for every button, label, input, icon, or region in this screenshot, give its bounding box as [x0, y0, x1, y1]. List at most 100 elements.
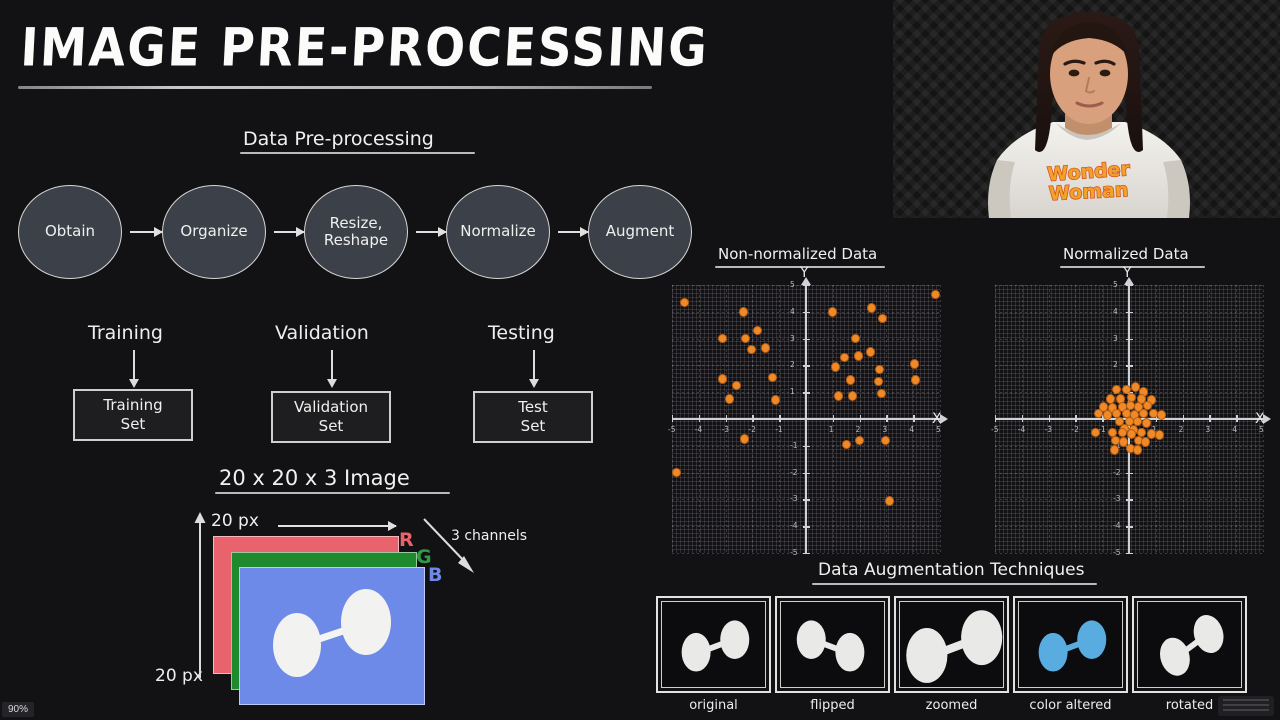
- chart-data-point: [1093, 408, 1103, 419]
- chart-data-point: [1141, 418, 1151, 428]
- chart-y-ticklabel: 3: [1113, 333, 1118, 343]
- chart-data-point: [1117, 427, 1127, 438]
- pipeline-node-augment[interactable]: Augment: [588, 185, 692, 279]
- augmentation-caption: original: [689, 698, 738, 713]
- chart-data-point: [1140, 436, 1150, 447]
- pipeline-node-label-line1: Resize,: [329, 213, 383, 232]
- chart-x-tick: [725, 415, 727, 422]
- chart-y-tick: [803, 553, 810, 555]
- chart-x-tick: [886, 415, 888, 422]
- chart-y-ticklabel: -1: [790, 440, 798, 450]
- chart-y-tick: [1126, 472, 1133, 474]
- augmentation-card-color-altered[interactable]: color altered: [1013, 596, 1128, 713]
- page-title-underline: [18, 86, 652, 89]
- pipeline-node-label: Obtain: [44, 222, 96, 241]
- chart-y-ticklabel: -3: [1113, 494, 1121, 504]
- chart-data-point: [876, 388, 886, 399]
- chart-0-ylabel: Y: [800, 265, 809, 281]
- pipeline-node-normalize[interactable]: Normalize: [446, 185, 550, 279]
- chart-x-ticklabel: 4: [909, 425, 914, 434]
- chart-y-tick: [1126, 499, 1133, 501]
- chart-data-point: [671, 467, 681, 478]
- chart-x-tick: [1182, 415, 1184, 422]
- chart-data-point: [853, 351, 863, 361]
- chart-y-ticklabel: 4: [790, 306, 795, 316]
- pipeline-heading: Data Pre-processing: [243, 128, 434, 150]
- chart-x-tick: [1075, 415, 1077, 422]
- chart-data-point: [770, 395, 780, 406]
- test-set-line2: Set: [520, 417, 546, 435]
- chart-data-point: [731, 380, 741, 391]
- chart-x-tick: [779, 415, 781, 422]
- test-set-box[interactable]: Test Set: [473, 391, 593, 443]
- split-arrow-validation: [327, 350, 337, 388]
- channel-letter-r: R: [399, 529, 414, 551]
- zoom-level-badge[interactable]: 90%: [2, 702, 35, 717]
- chart-y-tick: [803, 311, 810, 314]
- augmentation-card-rotated[interactable]: rotated: [1132, 596, 1247, 713]
- svg-text:Woman: Woman: [1048, 179, 1129, 205]
- chart-x-ticklabel: -4: [694, 425, 703, 434]
- chart-0-title: Non-normalized Data: [718, 245, 878, 263]
- chart-y-tick: [803, 499, 810, 501]
- validation-set-box[interactable]: Validation Set: [271, 391, 391, 443]
- chart-y-ticklabel: 1: [790, 387, 795, 397]
- validation-set-line1: Validation: [293, 398, 369, 417]
- augmentation-card-original[interactable]: original: [656, 596, 771, 713]
- chart-data-point: [833, 391, 843, 401]
- chart-x-ticklabel: -1: [775, 425, 783, 434]
- pipeline-node-obtain[interactable]: Obtain: [18, 185, 122, 279]
- augmentation-card-flipped[interactable]: flipped: [775, 596, 890, 713]
- chart-nonnormalized: -5 -4 -3 -2 -1 1 2 3 4 5 -5 -4 -3 -2 -1 1 2 3 4 5: [668, 277, 948, 557]
- corner-watermark: [1218, 696, 1274, 716]
- augmentation-frame-inner: [1018, 601, 1123, 688]
- chart-1-title: Normalized Data: [1063, 245, 1189, 263]
- page-title: IMAGE PRE-PROCESSING: [19, 17, 711, 80]
- pipeline-arrow-1: [130, 227, 163, 237]
- pipeline-node-resize-reshape[interactable]: Resize, Reshape: [304, 185, 408, 279]
- chart-y-ticklabel: -2: [790, 467, 798, 477]
- augmentation-frame-inner: [1137, 601, 1242, 688]
- training-set-line1: Training: [103, 396, 163, 415]
- chart-data-point: [877, 313, 887, 324]
- chart-x-ticklabel: -3: [721, 425, 730, 434]
- chart-y-ticklabel: -5: [1113, 548, 1121, 557]
- chart-y-tick: [1126, 365, 1133, 367]
- chart-y-tick: [803, 526, 810, 528]
- chart-normalized: -5-4-3-2-112345-5-4-3-2-112345: [991, 277, 1271, 557]
- chart-data-point: [768, 372, 777, 383]
- pipeline-heading-underline: [240, 152, 475, 154]
- chart-y-tick: [803, 445, 810, 448]
- chart-data-point: [1103, 410, 1113, 420]
- pipeline-node-label: Augment: [605, 222, 675, 241]
- chart-x-tick: [1236, 415, 1238, 422]
- augmentation-card-zoomed[interactable]: zoomed: [894, 596, 1009, 713]
- tensor-heading-underline: [215, 492, 450, 494]
- training-set-box[interactable]: Training Set: [73, 389, 193, 441]
- chart-y-tick: [803, 338, 810, 340]
- presenter-video-overlay[interactable]: Wonder Woman: [893, 0, 1280, 218]
- pipeline-node-label-line2: Reshape: [323, 231, 389, 249]
- augmentation-frame-inner: [661, 601, 766, 688]
- pipeline-node-organize[interactable]: Organize: [162, 185, 266, 279]
- chart-y-ticklabel: -3: [790, 494, 798, 504]
- tensor-height-arrow: [194, 512, 206, 678]
- chart-y-tick: [803, 472, 810, 474]
- chart-x-tick: [832, 415, 835, 422]
- chart-y-tick: [803, 365, 810, 367]
- split-label-training: Training: [88, 322, 163, 344]
- chart-y-tick: [1126, 553, 1133, 555]
- chart-x-ticklabel: 2: [855, 425, 861, 434]
- chart-x-ticklabel: 3: [882, 425, 888, 434]
- chart-data-point: [880, 435, 890, 446]
- chart-y-ticklabel: 5: [790, 280, 795, 289]
- chart-data-point: [746, 344, 756, 355]
- chart-y-tick: [1126, 338, 1133, 340]
- augmentation-caption: color altered: [1029, 698, 1112, 713]
- chart-x-ticklabel: 2: [1178, 425, 1184, 434]
- chart-y-ticklabel: -2: [1113, 467, 1121, 477]
- chart-x-tick: [672, 415, 674, 422]
- chart-data-point: [679, 297, 689, 308]
- tensor-width-label: 20 px: [211, 511, 259, 531]
- chart-y-ticklabel: 2: [1113, 360, 1118, 370]
